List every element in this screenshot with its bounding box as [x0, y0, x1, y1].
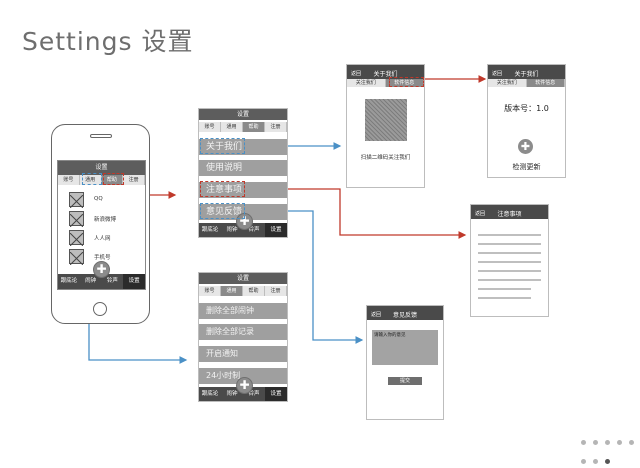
software-title: 关于我们	[514, 71, 539, 78]
renren-logo-icon	[69, 230, 84, 247]
help-tab-help[interactable]: 帮助	[243, 122, 265, 132]
page-dot[interactable]	[593, 440, 599, 445]
page-indicator	[579, 430, 640, 468]
update-icon[interactable]: ✚	[518, 139, 533, 154]
submit-button[interactable]: 提交	[388, 377, 422, 385]
add-button[interactable]: ✚	[93, 261, 110, 278]
page-dot[interactable]	[629, 440, 635, 445]
software-header: 返回 关于我们	[488, 70, 565, 79]
account-weibo[interactable]: 新浪微博	[94, 215, 116, 223]
help-tabs: 账号 通用 帮助 注册	[199, 122, 287, 132]
feedback-highlight	[200, 203, 245, 219]
feedback-back-button[interactable]: 返回	[371, 311, 381, 320]
row-delete-records[interactable]: 删除全部记录	[199, 324, 287, 340]
software-tabs: 关注我们 软件信息	[488, 79, 565, 87]
phone-home-button[interactable]	[93, 302, 107, 316]
help-header: 设置	[199, 109, 287, 120]
general-add-button[interactable]: ✚	[236, 377, 253, 394]
account-phone[interactable]: 手机号	[94, 253, 111, 261]
general-tabs: 账号 通用 帮助 注册	[199, 286, 287, 296]
software-tab-highlight	[389, 77, 424, 87]
phone-general-highlight	[82, 173, 102, 185]
general-tab-account[interactable]: 账号	[199, 286, 221, 296]
software-screen: 返回 关于我们 关注我们 软件信息 版本号：1.0 ✚ 检测更新	[487, 64, 566, 178]
general-screen: 设置 账号 通用 帮助 注册 删除全部闹钟 删除全部记录 开启通知 24小时制 …	[198, 272, 288, 402]
help-tab-general[interactable]: 通用	[221, 122, 243, 132]
general-tab-register[interactable]: 注册	[265, 286, 287, 296]
feedback-header: 返回 意见反馈	[367, 311, 443, 320]
row-notifications[interactable]: 开启通知	[199, 346, 287, 362]
general-header: 设置	[199, 273, 287, 284]
account-renren[interactable]: 人人网	[94, 234, 111, 242]
weibo-logo-icon	[69, 211, 84, 228]
feedback-title: 意见反馈	[392, 312, 417, 319]
software-tab-follow[interactable]: 关注我们	[488, 79, 527, 87]
nav-forum[interactable]: 跟底论	[58, 274, 80, 289]
feedback-input[interactable]: 请输入你的意见	[372, 330, 438, 365]
row-delete-alarms[interactable]: 删除全部闹钟	[199, 303, 287, 319]
general-tab-general[interactable]: 通用	[221, 286, 243, 296]
about-back-button[interactable]: 返回	[351, 70, 361, 79]
phone-help-highlight	[103, 173, 124, 185]
nav-settings[interactable]: 设置	[123, 274, 145, 289]
software-back-button[interactable]: 返回	[492, 70, 502, 79]
row-instructions[interactable]: 使用说明	[199, 160, 287, 176]
phone-speaker	[90, 134, 112, 138]
notes-text-lines	[478, 234, 541, 299]
feedback-screen: 返回 意见反馈 请输入你的意见 提交	[366, 305, 444, 420]
help-tab-account[interactable]: 账号	[199, 122, 221, 132]
help-nav-forum[interactable]: 跟底论	[199, 223, 221, 237]
qq-logo-icon	[69, 192, 84, 209]
page-dot[interactable]	[617, 440, 623, 445]
page-dot[interactable]	[605, 440, 611, 445]
check-update-button[interactable]: 检测更新	[488, 162, 565, 172]
page-dot-active[interactable]	[605, 459, 611, 464]
help-tab-register[interactable]: 注册	[265, 122, 287, 132]
phone-tab-account[interactable]: 账号	[58, 175, 80, 185]
help-nav-settings[interactable]: 设置	[265, 223, 287, 237]
about-highlight	[200, 138, 245, 154]
about-tab-follow[interactable]: 关注我们	[347, 79, 386, 87]
general-nav-forum[interactable]: 跟底论	[199, 387, 221, 401]
page-dot[interactable]	[581, 440, 586, 445]
qr-code-image	[365, 99, 407, 141]
page-dot[interactable]	[593, 459, 599, 464]
account-qq[interactable]: QQ	[94, 196, 103, 202]
phone-logo-icon	[69, 249, 84, 266]
general-tab-help[interactable]: 帮助	[243, 286, 265, 296]
notes-screen: 返回 注意事项	[470, 204, 549, 317]
general-nav-settings[interactable]: 设置	[265, 387, 287, 401]
version-label: 版本号：1.0	[504, 104, 549, 113]
phone-tab-register[interactable]: 注册	[123, 175, 145, 185]
software-tab-software[interactable]: 软件信息	[526, 79, 565, 87]
qr-caption: 扫描二维码关注我们	[360, 155, 411, 161]
notes-highlight	[200, 181, 245, 197]
page-dot[interactable]	[581, 459, 586, 464]
